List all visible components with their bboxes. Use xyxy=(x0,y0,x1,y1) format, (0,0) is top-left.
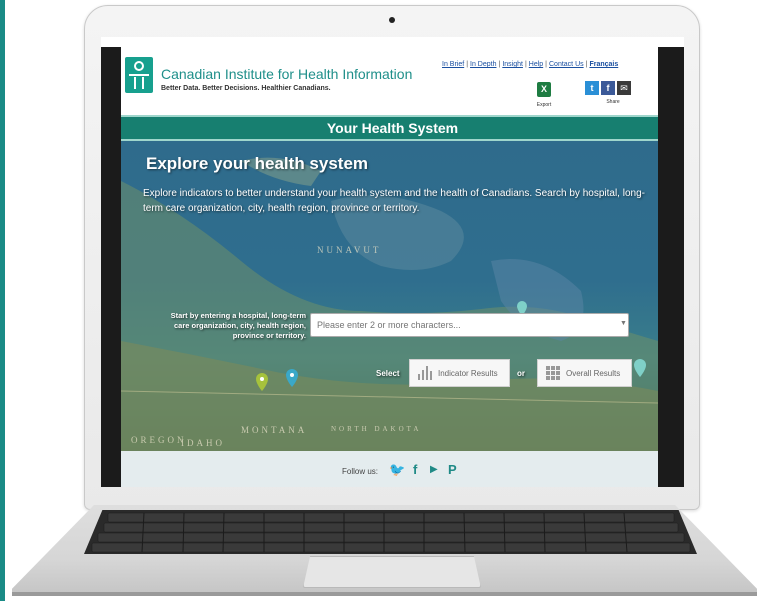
or-label: or xyxy=(517,369,525,378)
tagline: Better Data. Better Decisions. Healthier… xyxy=(161,85,331,92)
indicator-results-label: Indicator Results xyxy=(438,368,498,378)
screen-bezel xyxy=(658,47,684,487)
share-label: Share xyxy=(606,99,620,105)
org-name[interactable]: Canadian Institute for Health Informatio… xyxy=(161,66,412,82)
link-separator: | xyxy=(585,61,588,68)
link-contact-us[interactable]: Contact Us xyxy=(549,61,584,68)
keyboard xyxy=(84,510,697,554)
follow-us-label: Follow us: xyxy=(342,467,379,476)
screen-bezel xyxy=(101,47,121,487)
link-separator: | xyxy=(466,61,469,68)
twitter-icon[interactable]: 🐦 xyxy=(389,462,405,478)
follow-us-bar: Follow us: 🐦 f ▶ P xyxy=(121,451,658,487)
page-title: Your Health System xyxy=(110,115,675,141)
youtube-icon[interactable]: ▶ xyxy=(430,464,438,475)
excel-icon: X xyxy=(537,82,551,97)
twitter-icon[interactable]: t xyxy=(585,81,599,95)
cihi-logo-icon[interactable] xyxy=(125,57,153,93)
grid-icon xyxy=(546,366,560,380)
share-group: t f ✉ Share xyxy=(585,81,635,115)
map-label: NORTH DAKOTA xyxy=(331,425,421,433)
touchpad xyxy=(303,556,481,588)
facebook-icon[interactable]: f xyxy=(413,462,417,477)
overall-results-label: Overall Results xyxy=(566,368,621,378)
link-separator: | xyxy=(498,61,501,68)
facebook-icon[interactable]: f xyxy=(601,81,615,95)
search-input[interactable] xyxy=(310,313,629,337)
hero-map-section: NUNAVUT MONTANA NORTH DAKOTA IDAHO OREGO… xyxy=(121,141,658,451)
chevron-down-icon[interactable]: ▼ xyxy=(620,320,627,327)
link-francais[interactable]: Français xyxy=(589,61,618,68)
laptop-base-lip xyxy=(12,592,757,596)
keyboard-keys xyxy=(91,512,691,553)
export-button[interactable]: X Export xyxy=(533,82,555,116)
bar-chart-icon xyxy=(418,366,432,380)
pinterest-icon[interactable]: P xyxy=(448,462,457,477)
link-insight[interactable]: Insight xyxy=(502,61,523,68)
link-in-depth[interactable]: In Depth xyxy=(470,61,496,68)
webcam xyxy=(389,17,395,23)
hero-description: Explore indicators to better understand … xyxy=(143,188,645,214)
search-prompt-label: Start by entering a hospital, long-term … xyxy=(170,311,306,340)
left-edge-strip xyxy=(0,0,5,601)
hero-title: Explore your health system xyxy=(146,154,369,173)
map-label: NUNAVUT xyxy=(317,245,381,255)
web-page: Canadian Institute for Health Informatio… xyxy=(101,37,684,487)
select-label: Select xyxy=(376,369,400,378)
laptop-screen: Canadian Institute for Health Informatio… xyxy=(101,37,684,487)
link-in-brief[interactable]: In Brief xyxy=(442,61,464,68)
overall-results-button[interactable]: Overall Results xyxy=(537,359,632,387)
indicator-results-button[interactable]: Indicator Results xyxy=(409,359,510,387)
link-separator: | xyxy=(524,61,527,68)
link-help[interactable]: Help xyxy=(529,61,543,68)
map-label: OREGON xyxy=(131,435,187,445)
link-separator: | xyxy=(545,61,547,68)
site-header: Canadian Institute for Health Informatio… xyxy=(121,47,658,117)
map-label: MONTANA xyxy=(241,425,307,435)
export-label: Export xyxy=(536,102,552,108)
map-label: IDAHO xyxy=(181,438,225,448)
top-links: In Brief | In Depth | Insight | Help | Contact U… xyxy=(442,61,618,68)
email-icon[interactable]: ✉ xyxy=(617,81,631,95)
